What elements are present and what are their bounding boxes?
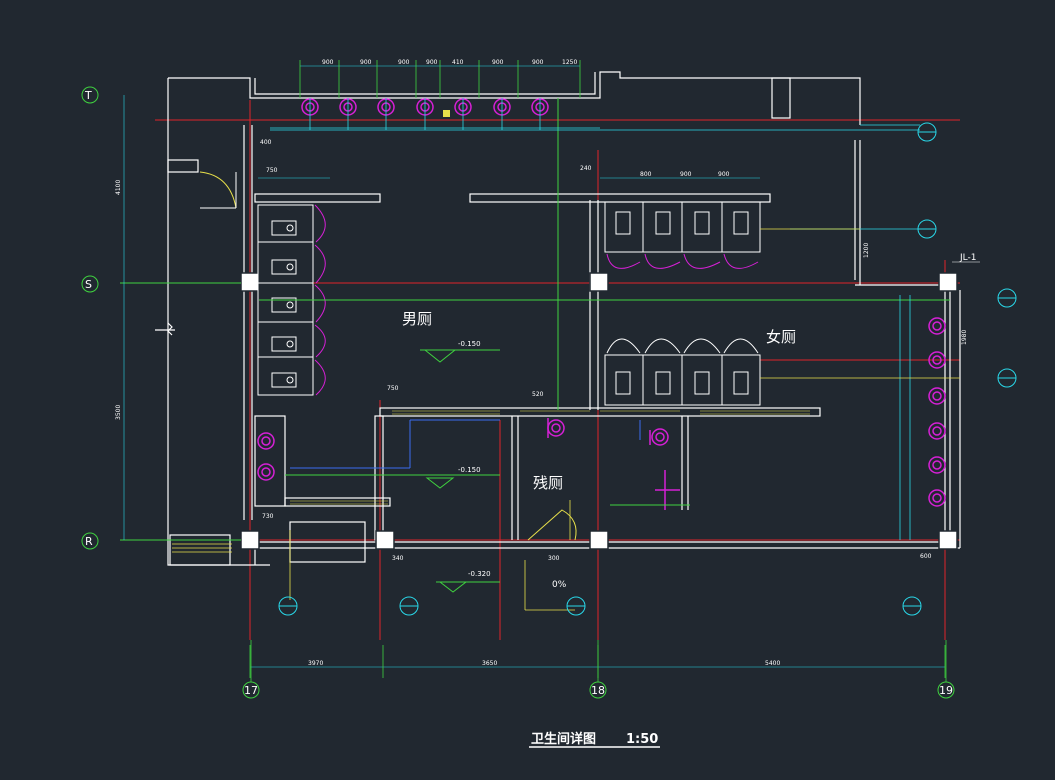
dim-text-0: 900 xyxy=(322,59,334,66)
axis-label-R: R xyxy=(85,535,93,548)
axis-bubble-17: 17 xyxy=(242,681,260,699)
axis-label-S: S xyxy=(85,278,92,291)
drawing-title-block: 卫生间详图 1:50 xyxy=(529,731,660,748)
lower-left-basins xyxy=(257,432,275,481)
dim-misc-6: 900 xyxy=(680,171,692,178)
door-swing xyxy=(199,171,237,209)
axis-bubble-T: T xyxy=(81,86,99,104)
womens-stalls-lower xyxy=(604,338,761,406)
room-mens: 男厕 xyxy=(402,310,432,328)
ramp-slope: 0% xyxy=(552,580,567,590)
dim-misc-0: 400 xyxy=(260,139,272,146)
dimension-lines xyxy=(123,65,945,668)
accessible-door xyxy=(527,509,577,541)
pipes-cyan xyxy=(270,98,920,540)
valve-marker xyxy=(443,110,450,117)
level-accessible: -0.150 xyxy=(458,466,481,474)
dim-misc-1: 750 xyxy=(266,167,278,174)
dim-text-5: 900 xyxy=(492,59,504,66)
dim-misc-13: 340 xyxy=(392,555,404,562)
axis-bubble-R: R xyxy=(81,532,99,550)
entry-steps xyxy=(172,539,232,553)
dim-text-7: 1250 xyxy=(562,59,577,66)
dim-text-2: 900 xyxy=(398,59,410,66)
room-womens: 女厕 xyxy=(766,328,796,346)
axis-bubble-19: 19 xyxy=(937,681,955,699)
dim-left-upper: 4100 xyxy=(115,180,122,195)
dim-misc-11: 240 xyxy=(580,165,592,172)
room-accessible: 残厕 xyxy=(533,474,563,492)
axis-label-T: T xyxy=(84,89,92,102)
dim-misc-2: 750 xyxy=(387,385,399,392)
top-dimension-texts: 900 900 900 900 410 900 900 1250 xyxy=(322,59,577,66)
dim-text-1: 900 xyxy=(360,59,372,66)
dim-bottom-2: 3650 xyxy=(482,660,497,667)
dim-text-6: 900 xyxy=(532,59,544,66)
axis-bubble-18: 18 xyxy=(589,681,607,699)
pipes-yellow xyxy=(289,228,960,611)
columns xyxy=(240,272,958,550)
dim-misc-9: 1200 xyxy=(863,243,870,258)
dim-misc-5: 800 xyxy=(640,171,652,178)
drawing-scale: 1:50 xyxy=(626,732,658,747)
dim-misc-12: 300 xyxy=(548,555,560,562)
dim-bottom-3: 5400 xyxy=(765,660,780,667)
dim-misc-8: 1980 xyxy=(961,330,968,345)
right-basins xyxy=(928,317,946,507)
womens-upper-doors xyxy=(606,253,759,269)
dim-text-4: 410 xyxy=(452,59,464,66)
level-entry: -0.320 xyxy=(468,570,491,578)
axis-leaders xyxy=(250,640,947,682)
dim-misc-3: 520 xyxy=(532,391,544,398)
accessible-fixtures xyxy=(547,418,680,510)
dim-misc-4: 730 xyxy=(262,513,274,520)
dim-left-lower: 3500 xyxy=(115,405,122,420)
axis-label-17: 17 xyxy=(244,684,258,697)
dim-misc-7: 900 xyxy=(718,171,730,178)
axis-bubble-S: S xyxy=(81,275,99,293)
level-mens: -0.150 xyxy=(458,340,481,348)
dim-misc-10: 600 xyxy=(920,553,932,560)
womens-stalls-upper xyxy=(604,201,761,253)
axis-label-18: 18 xyxy=(591,684,605,697)
dim-bottom-1: 3970 xyxy=(308,660,323,667)
pipes-blue xyxy=(290,419,641,469)
toilet-detail-drawing: 900 900 900 900 410 900 900 1250 4100 35… xyxy=(81,59,1017,748)
axis-label-19: 19 xyxy=(939,684,953,697)
drawing-title: 卫生间详图 xyxy=(531,731,596,747)
riser-label: JL-1 xyxy=(959,253,976,263)
dim-text-3: 900 xyxy=(426,59,438,66)
